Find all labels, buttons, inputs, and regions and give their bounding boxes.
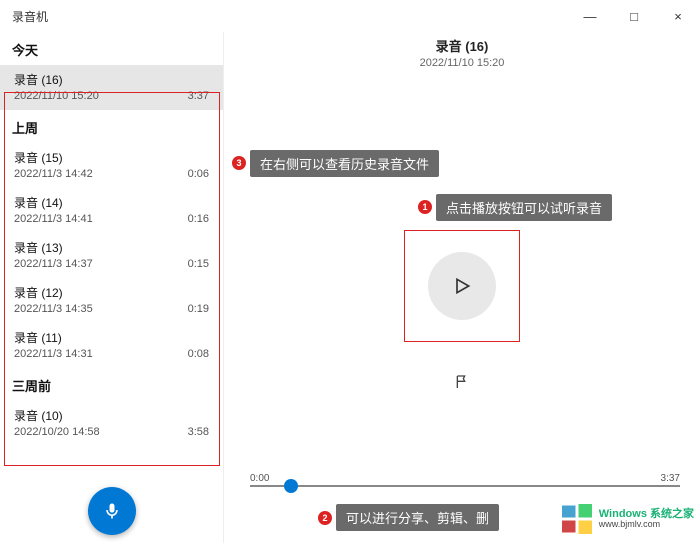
play-icon bbox=[452, 276, 472, 296]
maximize-button[interactable]: □ bbox=[612, 0, 656, 32]
recording-date: 2022/11/10 15:20 bbox=[14, 90, 99, 102]
recording-title: 录音 (13) bbox=[14, 239, 209, 256]
recording-title: 录音 (11) bbox=[14, 329, 209, 346]
microphone-icon bbox=[102, 501, 122, 521]
recording-duration: 0:15 bbox=[188, 258, 209, 270]
annotation-callout-1: 点击播放按钮可以试听录音 bbox=[436, 194, 612, 221]
recording-duration: 0:16 bbox=[188, 213, 209, 225]
detail-date: 2022/11/10 15:20 bbox=[224, 57, 700, 69]
recording-item[interactable]: 录音 (12) 2022/11/3 14:35 0:19 bbox=[0, 278, 223, 323]
annotation-callout-3: 在右侧可以查看历史录音文件 bbox=[250, 150, 439, 177]
recording-duration: 0:06 bbox=[188, 168, 209, 180]
recording-item[interactable]: 录音 (14) 2022/11/3 14:41 0:16 bbox=[0, 188, 223, 233]
recording-date: 2022/10/20 14:58 bbox=[14, 426, 100, 438]
recording-date: 2022/11/3 14:35 bbox=[14, 303, 93, 315]
recording-title: 录音 (15) bbox=[14, 149, 209, 166]
close-button[interactable]: × bbox=[656, 0, 700, 32]
detail-title: 录音 (16) bbox=[224, 36, 700, 55]
watermark: Windows 系统之家 www.bjmlv.com bbox=[559, 501, 694, 537]
recording-item[interactable]: 录音 (15) 2022/11/3 14:42 0:06 bbox=[0, 143, 223, 188]
play-button[interactable] bbox=[428, 252, 496, 320]
annotation-badge-3: 3 bbox=[232, 156, 246, 170]
recording-item[interactable]: 录音 (16) 2022/11/10 15:20 3:37 bbox=[0, 65, 223, 110]
sidebar: 今天 录音 (16) 2022/11/10 15:20 3:37 上周 录音 (… bbox=[0, 32, 224, 543]
main-area: 今天 录音 (16) 2022/11/10 15:20 3:37 上周 录音 (… bbox=[0, 32, 700, 543]
recording-title: 录音 (12) bbox=[14, 284, 209, 301]
minimize-button[interactable]: — bbox=[568, 0, 612, 32]
recording-list[interactable]: 今天 录音 (16) 2022/11/10 15:20 3:37 上周 录音 (… bbox=[0, 32, 223, 543]
section-today: 今天 bbox=[0, 32, 223, 65]
recording-duration: 0:08 bbox=[188, 348, 209, 360]
timeline-track[interactable] bbox=[250, 485, 680, 487]
app-title: 录音机 bbox=[12, 8, 568, 25]
annotation-callout-2: 可以进行分享、剪辑、删 bbox=[336, 504, 499, 531]
detail-panel: 录音 (16) 2022/11/10 15:20 0:00 3:37 3 在右侧… bbox=[224, 32, 700, 543]
section-three-weeks-ago: 三周前 bbox=[0, 368, 223, 401]
recording-item[interactable]: 录音 (13) 2022/11/3 14:37 0:15 bbox=[0, 233, 223, 278]
recording-item[interactable]: 录音 (11) 2022/11/3 14:31 0:08 bbox=[0, 323, 223, 368]
windows-logo-icon bbox=[559, 501, 595, 537]
annotation-badge-1: 1 bbox=[418, 200, 432, 214]
recording-title: 录音 (16) bbox=[14, 71, 209, 88]
timeline[interactable]: 0:00 3:37 bbox=[250, 475, 680, 499]
recording-duration: 3:37 bbox=[188, 90, 209, 102]
record-button[interactable] bbox=[88, 487, 136, 535]
recording-item[interactable]: 录音 (10) 2022/10/20 14:58 3:58 bbox=[0, 401, 223, 446]
recording-date: 2022/11/3 14:41 bbox=[14, 213, 93, 225]
time-end: 3:37 bbox=[661, 473, 680, 484]
recording-duration: 3:58 bbox=[188, 426, 209, 438]
timeline-handle[interactable] bbox=[284, 479, 298, 493]
flag-button[interactable] bbox=[454, 374, 470, 395]
annotation-badge-2: 2 bbox=[318, 511, 332, 525]
recording-date: 2022/11/3 14:31 bbox=[14, 348, 93, 360]
titlebar: 录音机 — □ × bbox=[0, 0, 700, 32]
recording-date: 2022/11/3 14:42 bbox=[14, 168, 93, 180]
flag-icon bbox=[454, 374, 470, 390]
recording-duration: 0:19 bbox=[188, 303, 209, 315]
recording-title: 录音 (14) bbox=[14, 194, 209, 211]
watermark-line2: www.bjmlv.com bbox=[599, 520, 694, 530]
section-last-week: 上周 bbox=[0, 110, 223, 143]
time-start: 0:00 bbox=[250, 473, 269, 484]
recording-date: 2022/11/3 14:37 bbox=[14, 258, 93, 270]
recording-title: 录音 (10) bbox=[14, 407, 209, 424]
